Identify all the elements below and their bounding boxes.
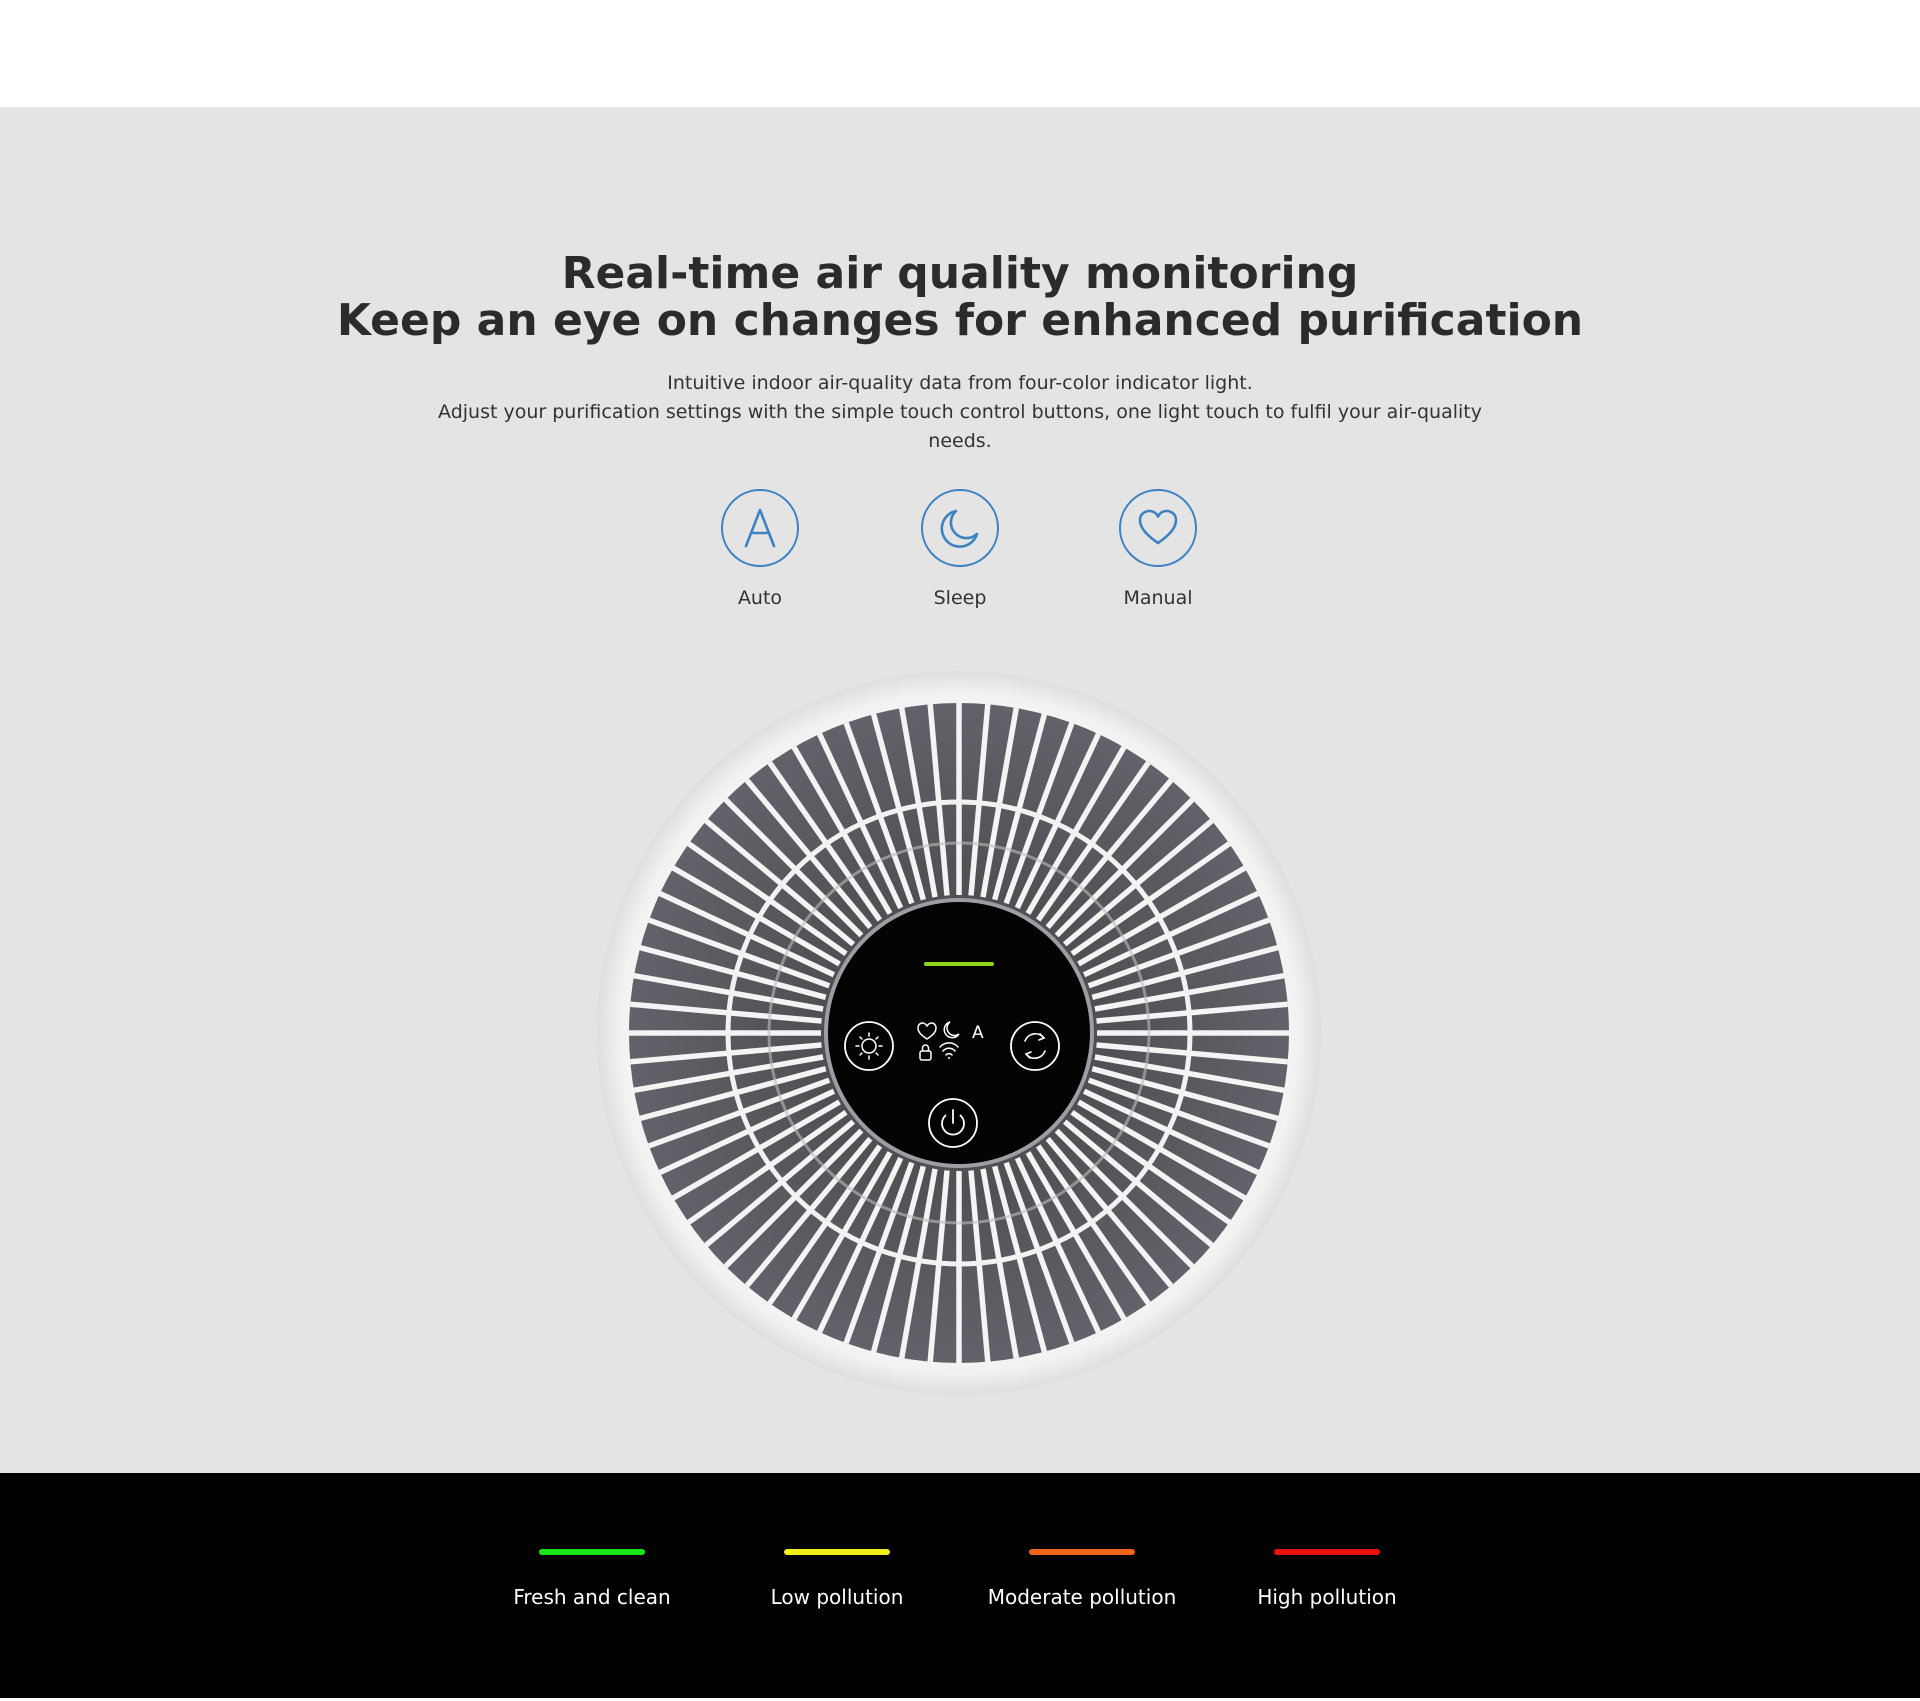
legend-label: Fresh and clean xyxy=(513,1585,671,1609)
legend-label: Low pollution xyxy=(770,1585,904,1609)
top-bar xyxy=(0,0,1920,107)
description-line-3: needs. xyxy=(928,430,992,452)
air-quality-indicator-light xyxy=(924,962,994,966)
control-panel xyxy=(828,902,1090,1164)
mode-manual-label: Manual xyxy=(1123,587,1193,609)
heart-icon xyxy=(1119,489,1197,567)
legend-color-bar xyxy=(1274,1549,1380,1555)
air-quality-legend: Fresh and clean Low pollution Moderate p… xyxy=(0,1473,1920,1698)
description-line-1: Intuitive indoor air-quality data from f… xyxy=(667,372,1253,394)
description: Intuitive indoor air-quality data from f… xyxy=(430,369,1490,456)
mode-sleep-label: Sleep xyxy=(933,587,987,609)
legend-label: High pollution xyxy=(1257,1585,1397,1609)
legend-color-bar xyxy=(1029,1549,1135,1555)
legend-item-high: High pollution xyxy=(1207,1549,1447,1609)
headline-line-1: Real-time air quality monitoring xyxy=(561,248,1359,299)
legend-color-bar xyxy=(539,1549,645,1555)
letter-a-icon xyxy=(721,489,799,567)
page: Real-time air quality monitoring Keep an… xyxy=(0,0,1920,1701)
hero-section: Real-time air quality monitoring Keep an… xyxy=(0,107,1920,1473)
legend-item-low: Low pollution xyxy=(717,1549,957,1609)
moon-icon xyxy=(921,489,999,567)
legend-item-moderate: Moderate pollution xyxy=(962,1549,1202,1609)
headline: Real-time air quality monitoring Keep an… xyxy=(0,250,1920,344)
air-purifier-top-view: A xyxy=(594,668,1324,1398)
mode-auto-label: Auto xyxy=(737,587,783,609)
legend-item-fresh: Fresh and clean xyxy=(472,1549,712,1609)
legend-color-bar xyxy=(784,1549,890,1555)
description-line-2: Adjust your purification settings with t… xyxy=(438,401,1482,423)
mode-auto: Auto xyxy=(680,489,840,609)
headline-line-2: Keep an eye on changes for enhanced puri… xyxy=(336,295,1584,346)
mode-sleep: Sleep xyxy=(880,489,1040,609)
panel-auto-glyph: A xyxy=(972,1023,984,1043)
legend-label: Moderate pollution xyxy=(987,1585,1177,1609)
mode-manual: Manual xyxy=(1078,489,1238,609)
